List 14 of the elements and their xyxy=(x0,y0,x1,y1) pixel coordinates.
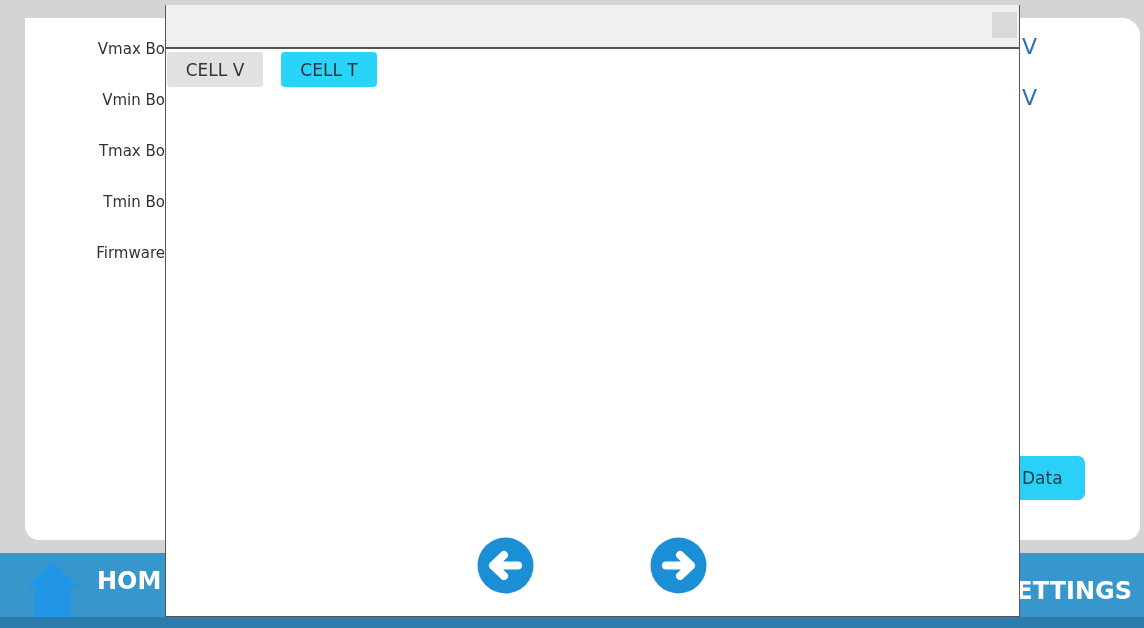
field-label: Tmax Bo xyxy=(98,142,165,160)
forward-arrow-icon[interactable] xyxy=(650,537,707,594)
settings-tab[interactable]: ETTINGS xyxy=(1016,577,1132,605)
field-label: Firmware xyxy=(96,244,165,262)
data-button[interactable]: Data xyxy=(1020,456,1085,500)
field-label: Vmin Bo xyxy=(102,91,165,109)
field-value: V xyxy=(1021,85,1039,110)
field-label: Vmax Bo xyxy=(97,40,165,58)
back-arrow-icon[interactable] xyxy=(477,537,534,594)
field-value: V xyxy=(1021,34,1039,59)
tab[interactable]: CELL V xyxy=(167,52,263,87)
tab[interactable]: CELL T xyxy=(281,52,377,87)
home-tab[interactable]: HOM xyxy=(25,557,162,617)
field-label: Tmin Bo xyxy=(103,193,165,211)
